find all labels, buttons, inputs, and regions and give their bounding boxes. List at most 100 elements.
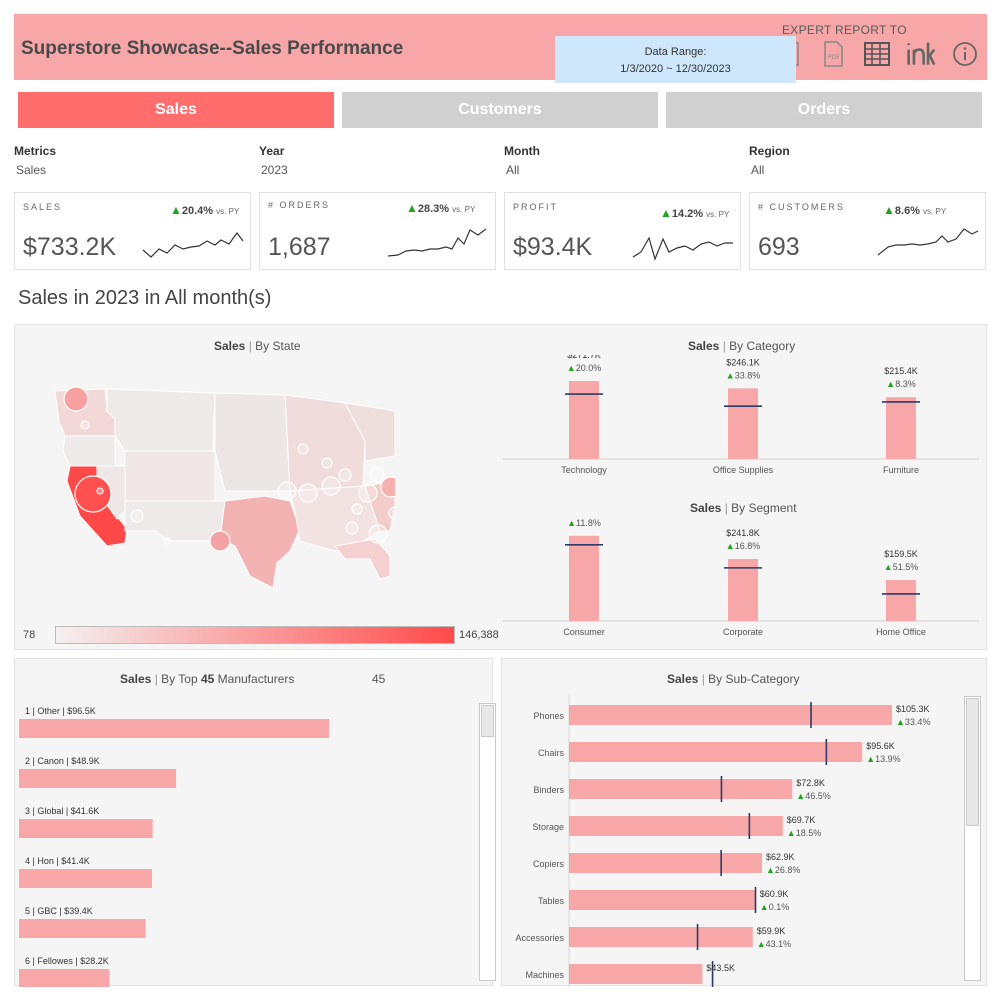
filter-value[interactable]: All [751,163,979,177]
manufacturer-label: 5 | GBC | $39.4K [25,906,93,916]
map-legend-min: 78 [23,629,36,641]
sparkline [877,228,979,256]
bar [569,890,756,910]
filter-metrics[interactable]: Metrics Sales [14,144,244,177]
subcategory-axis-label: Copiers [533,859,565,869]
filter-value[interactable]: 2023 [261,163,489,177]
kpi-delta: ▲8.6% vs. PY [883,203,947,217]
manufacturers-panel: Sales | By Top 45 Manufacturers 45 1 | O… [14,658,496,987]
category-axis-label: Furniture [883,465,919,475]
category-axis-label: Technology [561,465,607,475]
manufacturer-count-input[interactable]: 45 [372,672,385,686]
category-chart-title: Sales | By Category [688,339,796,353]
map-title: Sales | By State [214,339,301,353]
filter-value[interactable]: All [506,163,734,177]
info-icon[interactable] [950,39,980,69]
bar [569,779,793,799]
tab-orders[interactable]: Orders [666,92,982,128]
map-region-florida [334,538,391,580]
bar-delta-label: ▲11.8% [567,518,601,528]
bar-delta-label: ▲20.0% [567,363,601,373]
map-region-texas [219,495,301,589]
bar [19,869,152,888]
table-icon[interactable] [862,39,892,69]
bar-delta-label: ▲8.3% [886,379,915,389]
category-axis-label: Consumer [563,627,605,637]
segment-bar-chart: $331.9K▲11.8%Consumer$241.8K▲16.8%Corpor… [503,518,979,637]
category-axis-label: Office Supplies [713,465,774,475]
up-triangle-icon: ▲ [660,206,672,220]
filter-month[interactable]: Month All [504,144,734,177]
kpi-card-orders: # ORDERS ▲28.3% vs. PY 1,687 [259,192,496,270]
kpi-value: 1,687 [268,233,331,261]
bar-value-label: $59.9K [757,926,786,936]
sparkline [142,231,244,258]
header-bar: Superstore Showcase--Sales Performance E… [14,14,987,83]
bar-value-label: $159.5K [884,549,918,559]
category-axis-label: Home Office [876,627,926,637]
bar-delta-label: ▲18.5% [787,828,821,838]
pdf-icon[interactable]: PDF [818,39,848,69]
bar-value-label: $69.7K [787,815,816,825]
bar-value-label: $246.1K [726,357,760,367]
section-title: Sales in 2023 in All month(s) [18,287,272,309]
bar-value-label: $72.8K [796,778,825,788]
date-range-value: 1/3/2020 ~ 12/30/2023 [620,63,731,75]
filter-label: Metrics [14,144,57,158]
up-triangle-icon: ▲ [406,201,418,215]
kpi-delta: ▲20.4% vs. PY [170,203,240,217]
subcategory-bar-chart: Phones $105.3K ▲33.4% Chairs $95.6K ▲13.9% Bin… [515,695,930,987]
map-region-mountain [106,388,216,452]
kpi-delta: ▲28.3% vs. PY [406,201,476,215]
scrollbar-thumb[interactable] [966,698,979,826]
kpi-label: PROFIT [513,202,558,212]
bar-value-label: $62.9K [766,852,795,862]
export-icons: PDF [774,39,980,69]
manufacturers-chart-title: Sales | By Top 45 Manufacturers [120,672,295,686]
manufacturer-label: 6 | Fellowes | $28.2K [25,956,109,966]
manufacturer-label: 3 | Global | $41.6K [25,806,99,816]
filter-value[interactable]: Sales [16,163,244,177]
bar-delta-label: ▲26.8% [766,865,800,875]
scrollbar-thumb[interactable] [481,705,494,737]
linkedin-icon[interactable] [906,39,936,69]
bar-delta-label: ▲43.1% [757,939,791,949]
up-triangle-icon: ▲ [170,203,182,217]
subcategory-axis-label: Accessories [515,933,564,943]
bar [569,853,762,873]
filter-label: Year [259,144,285,158]
manufacturers-scrollbar[interactable] [479,703,496,981]
map-legend-gradient [55,626,455,644]
bar [569,381,599,459]
bar-delta-label: ▲16.8% [726,541,760,551]
subcategory-axis-label: Machines [525,970,564,980]
subcategory-axis-label: Storage [532,822,564,832]
filter-region[interactable]: Region All [749,144,979,177]
filter-year[interactable]: Year 2023 [259,144,489,177]
bar-delta-label: ▲33.4% [896,717,930,727]
manufacturer-label: 2 | Canon | $48.9K [25,756,100,766]
date-range-box: Data Range: 1/3/2020 ~ 12/30/2023 [555,36,796,83]
filter-label: Month [504,144,540,158]
us-state-map[interactable] [45,381,395,591]
bar [569,705,892,725]
bar-value-label: $95.6K [866,741,895,751]
manufacturers-bar-chart: 1 | Other | $96.5K 2 | Canon | $48.9K 3 | … [19,706,329,987]
subcategory-axis-label: Chairs [538,748,565,758]
bar [19,969,110,987]
export-label: EXPERT REPORT TO [782,23,907,37]
subcategory-axis-label: Binders [533,785,564,795]
tab-sales[interactable]: Sales [18,92,334,128]
segment-chart-title: Sales | By Segment [690,501,797,515]
date-range-label: Data Range: [644,46,707,58]
kpi-label: SALES [23,202,63,212]
tab-customers[interactable]: Customers [342,92,658,128]
sparkline [632,236,733,261]
bar-delta-label: ▲0.1% [760,902,789,912]
subcategory-axis-label: Tables [538,896,565,906]
subcategory-scrollbar[interactable] [964,696,981,981]
bar [19,919,146,938]
category-axis-label: Corporate [723,627,763,637]
bar [569,927,753,947]
tab-bar: Sales Customers Orders [18,92,982,128]
